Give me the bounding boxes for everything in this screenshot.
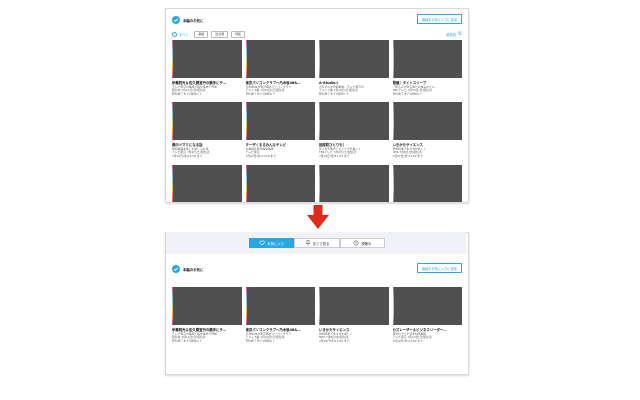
program-meta-line: 配信終了まで7週間以上: [245, 91, 276, 96]
program-meta-line: 配信終了まで7週間以上: [245, 338, 276, 343]
program-card[interactable]: 伊集院光＆佐久間宣行の勝手にテ… テレビ東京の番組で得を集めて登場 配信中 7月11…: [172, 40, 242, 95]
program-meta-line: 7月22日(金)11:59 まで: [245, 153, 276, 158]
thumbnail-edge: [172, 102, 173, 141]
program-meta-line: 7月22日(金)11:59 まで: [172, 153, 203, 158]
program-thumbnail[interactable]: [392, 102, 462, 141]
filter-all[interactable]: すべて: [172, 31, 189, 37]
thumbnail-edge: [319, 164, 320, 202]
header: 本編のお気に: [172, 15, 203, 25]
program-card[interactable]: マエツカとおねだり フルーツジャ…本日配信: [245, 164, 315, 202]
sort-label: 新着順: [446, 32, 456, 37]
thumbnail-edge: [392, 102, 394, 141]
radio-icon: [172, 31, 177, 37]
program-card[interactable]: ベイビーわるきゅーれ エブリデイ！配信中: [319, 164, 389, 202]
program-grid: 伊集院光＆佐久間宣行の勝手にテ… テレビ東京の番組で得を集めて登場 配信中 7月11…: [172, 287, 462, 342]
check-icon: [172, 265, 180, 273]
thumbnail-edge: [245, 102, 247, 141]
filter-all-label: すべて: [179, 32, 189, 37]
program-card[interactable]: 伊集院光＆佐久間宣行の勝手にテ… テレビ東京の番組で得を集めて登場 配信中 7月11…: [172, 287, 242, 342]
program-meta-line: 配信終了まで7週間以上: [392, 91, 423, 96]
program-meta-line: 7月22日(金)11:59 まで: [319, 153, 350, 158]
heart-icon: [259, 240, 265, 246]
program-card[interactable]: いきかたサイエンス 最新科学で生き方を楽しく NHK 7月8日(金)配信済 7月22日…: [319, 287, 389, 342]
program-thumbnail[interactable]: [319, 102, 389, 141]
thumbnail-edge: [245, 164, 247, 202]
thumbnail-edge: [172, 287, 173, 325]
program-card[interactable]: ターザくるるみんなテレビ 全番組を総合情報番組 テレビ東京 7月22日(金)11:59…: [245, 102, 315, 158]
program-card[interactable]: カズレーザー＆ビジネスリーダー… 経済のプロと話す対談番組 テレビ東京 7月10日(…: [392, 287, 462, 343]
header-title: 本編のお気に: [183, 267, 204, 272]
program-card[interactable]: 東京パソコンクラブ～乃木坂46&… 乃木坂46が東京都のパソコンクラブ テスト 5番…: [245, 287, 315, 343]
tab-favorites-label: お気に入り: [267, 241, 285, 246]
filter-chip-program[interactable]: 番組: [194, 30, 209, 38]
sort-control[interactable]: 新着順 ⇅: [446, 30, 462, 37]
program-meta-line: 配信終了まで7週間以上: [172, 338, 202, 343]
program-thumbnail[interactable]: [319, 164, 389, 202]
program-card[interactable]: 永野＆くるまのひっかかりニーチェアクセス数 7 本目配信配信中: [172, 164, 242, 202]
thumbnail-edge: [319, 287, 320, 325]
header-title: 本編のお気に: [183, 18, 204, 23]
filter-bar: すべて 番組 出演者 特集 新着順 ⇅: [172, 30, 462, 38]
header: 本編のお気に: [172, 264, 203, 274]
top-screenshot-panel: 本編のお気に 番組をお気に入りに追加 すべて 番組 出演者 特集 新着順 ⇅ 伊…: [165, 8, 469, 203]
pin-icon: [305, 240, 310, 246]
program-thumbnail[interactable]: [172, 102, 242, 141]
add-favorite-button[interactable]: 番組をお気に入りに追加: [416, 14, 462, 24]
program-thumbnail[interactable]: [172, 164, 242, 202]
check-icon: [172, 16, 180, 24]
thumbnail-edge: [319, 102, 320, 141]
program-thumbnail[interactable]: [319, 287, 389, 325]
down-arrow-icon: [307, 205, 329, 229]
thumbnail-edge: [245, 40, 247, 78]
program-thumbnail[interactable]: [245, 102, 315, 141]
program-card[interactable]: 相席防ひとりも！ 芸人が大集合！ひとりで仕事して TBSテレビ 7月9日(土)配信済…: [319, 102, 389, 158]
program-card[interactable]: 僕のツマミになる話 旅館料理を楽しむ新しいお店 テレビ東京 7月9日(土)配信済 7月…: [172, 102, 242, 158]
tab-favorites[interactable]: お気に入り: [249, 238, 295, 248]
add-favorite-button[interactable]: 番組をお気に入りに追加: [416, 263, 462, 273]
thumbnail-edge: [245, 287, 247, 325]
program-card[interactable]: 開催！タイトスリープ 「寝る人が寝る前にお休みなさい… ABCテレビ 7月10日(日…: [392, 40, 462, 96]
program-thumbnail[interactable]: [245, 40, 315, 78]
thumbnail-edge: [392, 287, 394, 325]
program-card[interactable]: あちこちオードリーテレビ東京 配信中: [392, 164, 462, 202]
program-thumbnail[interactable]: [172, 40, 242, 78]
program-thumbnail[interactable]: [392, 40, 462, 78]
program-thumbnail[interactable]: [392, 287, 462, 325]
program-card[interactable]: A-Studio＋ 人気の人を密着取材…テレビ東京の テスト 5番 7月10日(日)…: [319, 40, 389, 95]
library-tabs: お気に入り あとで見る 視聴中: [249, 238, 385, 248]
thumbnail-edge: [392, 164, 394, 202]
tab-history[interactable]: 視聴中: [339, 238, 385, 248]
program-meta-line: 配信終了まで7週間以上: [172, 91, 202, 96]
program-meta-line: 配信終了まで7週間以上: [319, 91, 349, 96]
program-meta-line: 7月22日(金)11:59 まで: [392, 153, 423, 158]
thumbnail-edge: [172, 40, 173, 78]
program-thumbnail[interactable]: [172, 287, 242, 325]
filter-chip-feature[interactable]: 特集: [231, 30, 246, 38]
filter-chip-cast[interactable]: 出演者: [211, 30, 229, 38]
thumbnail-edge: [172, 164, 173, 202]
program-meta-line: 7月22日(金)11:59 まで: [392, 338, 423, 343]
thumbnail-edge: [392, 40, 394, 78]
program-thumbnail[interactable]: [245, 287, 315, 325]
program-grid: 伊集院光＆佐久間宣行の勝手にテ… テレビ東京の番組で得を集めて登場 配信中 7月11…: [172, 40, 462, 202]
history-icon: [353, 240, 359, 246]
program-thumbnail[interactable]: [245, 164, 315, 202]
sort-icon: ⇅: [457, 30, 462, 37]
program-card[interactable]: いきかたサイエンス 最新科学で生き方を楽しく NHK 7月8日(金)配信済 7月22日…: [392, 102, 462, 158]
program-thumbnail[interactable]: [392, 164, 462, 202]
program-meta-line: 7月22日(金)11:59 まで: [319, 338, 350, 343]
tab-watch-later[interactable]: あとで見る: [294, 238, 340, 248]
tab-watch-later-label: あとで見る: [312, 241, 330, 246]
program-card[interactable]: 東京パソコンクラブ～乃木坂46&… 乃木坂46が東京都のパソコンクラブ テスト 5番…: [245, 40, 315, 96]
program-thumbnail[interactable]: [319, 40, 389, 78]
thumbnail-edge: [319, 40, 320, 78]
tab-history-label: 視聴中: [361, 241, 372, 246]
